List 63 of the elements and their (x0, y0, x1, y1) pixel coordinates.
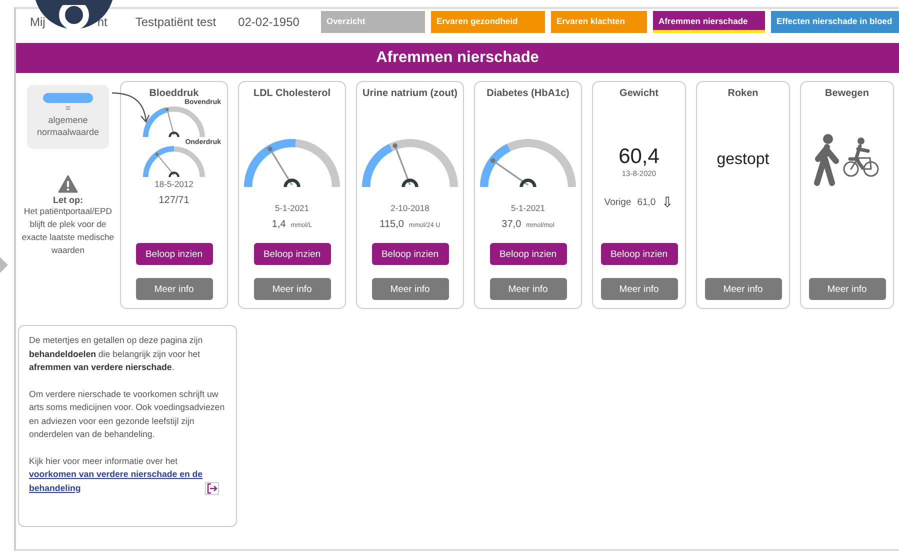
more-info-button[interactable]: Meer info (372, 278, 448, 300)
measured-value: 37,0 (502, 219, 522, 230)
info-paragraph: Om verdere nierschade te voorkomen schrijft uw arts soms medicijnen voor. Ook voedingsadviezen en adviezen voor een gezonde leefstijl zijn onderdelen van de behandeling. (29, 388, 226, 441)
walker-and-cyclist-icon (814, 133, 880, 187)
card-title: Roken (728, 88, 758, 99)
card-title: Bewegen (825, 88, 869, 99)
view-trend-button[interactable]: Beloop inzien (254, 243, 330, 265)
more-info-button[interactable]: Meer info (490, 278, 566, 300)
tab[interactable]: Effecten nierschade in bloed (771, 11, 899, 33)
needle-hub (520, 178, 536, 188)
needle-hub (284, 178, 300, 188)
warning-title: Let op: (53, 195, 83, 205)
card-title: LDL Cholesterol (253, 88, 331, 99)
card-title: Urine natrium (zout) (362, 88, 458, 99)
more-info-button[interactable]: Meer info (600, 278, 678, 300)
view-trend-button[interactable]: Beloop inzien (136, 243, 212, 265)
measurement-date: 5-1-2021 (510, 203, 546, 213)
smoking-status: gestopt (716, 151, 770, 169)
measured-value: 1,4 (272, 219, 286, 230)
gauge-needle (492, 160, 528, 186)
measured-value: 115,0 (380, 219, 404, 230)
trend-arrow: ⇩ (662, 194, 674, 210)
patient-name: Testpatiënt test (135, 15, 216, 29)
more-info-button[interactable]: Meer info (704, 278, 782, 300)
previous-label: Vorige (604, 196, 632, 208)
warning-text: Het patiëntportaal/EPD blijft de plek voor de exacte laatste medische waarden (20, 205, 116, 257)
birth-date: 02-02-1950 (238, 15, 300, 29)
card-title: Gewicht (620, 88, 658, 99)
card-title: Bloeddruk (149, 88, 199, 99)
info-link[interactable]: voorkomen van verdere nierschade en de behandeling (29, 468, 205, 495)
page-title: Afremmen nierschade (16, 43, 899, 73)
info-paragraph: Kijk hier voor meer informatie over het (29, 456, 178, 466)
gauge-needle (269, 148, 293, 186)
normal-range-swatch (43, 93, 93, 103)
warning-icon (58, 175, 78, 193)
app-title: nt (97, 15, 108, 29)
measurement-date: 5-1-2021 (274, 203, 310, 213)
external-link-icon[interactable] (205, 482, 219, 495)
view-trend-button[interactable]: Beloop inzien (490, 243, 566, 265)
weight-value: 60,4 (618, 145, 660, 169)
gauge-needle (394, 145, 411, 186)
app-title: Mij (30, 15, 46, 29)
more-info-button[interactable]: Meer info (136, 278, 212, 300)
view-trend-button[interactable]: Beloop inzien (372, 243, 448, 265)
view-trend-button[interactable]: Beloop inzien (600, 243, 678, 265)
tab[interactable]: Afremmen nierschade (653, 11, 766, 33)
measured-value: 127/71 (158, 195, 190, 206)
needle-hub (402, 178, 418, 188)
equals-sign: = (65, 103, 71, 114)
legend-text: algemene normaalwaarde (36, 114, 100, 138)
tab[interactable]: Ervaren gezondheid (431, 11, 546, 33)
gauge-needle (166, 109, 174, 136)
needle-hub (168, 132, 180, 138)
previous-value: 61,0 (637, 196, 656, 208)
gauge-needle (156, 154, 174, 176)
measurement-date: 18-5-2012 (154, 179, 194, 189)
card-title: Diabetes (HbA1c) (486, 88, 570, 99)
info-paragraph: De metertjes en getallen op deze pagina zijn behandeldoelen die belangrijk zijn voor het afremmen van verdere nierschade. (29, 334, 204, 374)
tab[interactable]: Ervaren klachten (551, 11, 648, 33)
measurement-date: 2-10-2018 (390, 203, 430, 213)
more-info-button[interactable]: Meer info (808, 278, 886, 300)
needle-hub (168, 172, 180, 178)
more-info-button[interactable]: Meer info (254, 278, 330, 300)
